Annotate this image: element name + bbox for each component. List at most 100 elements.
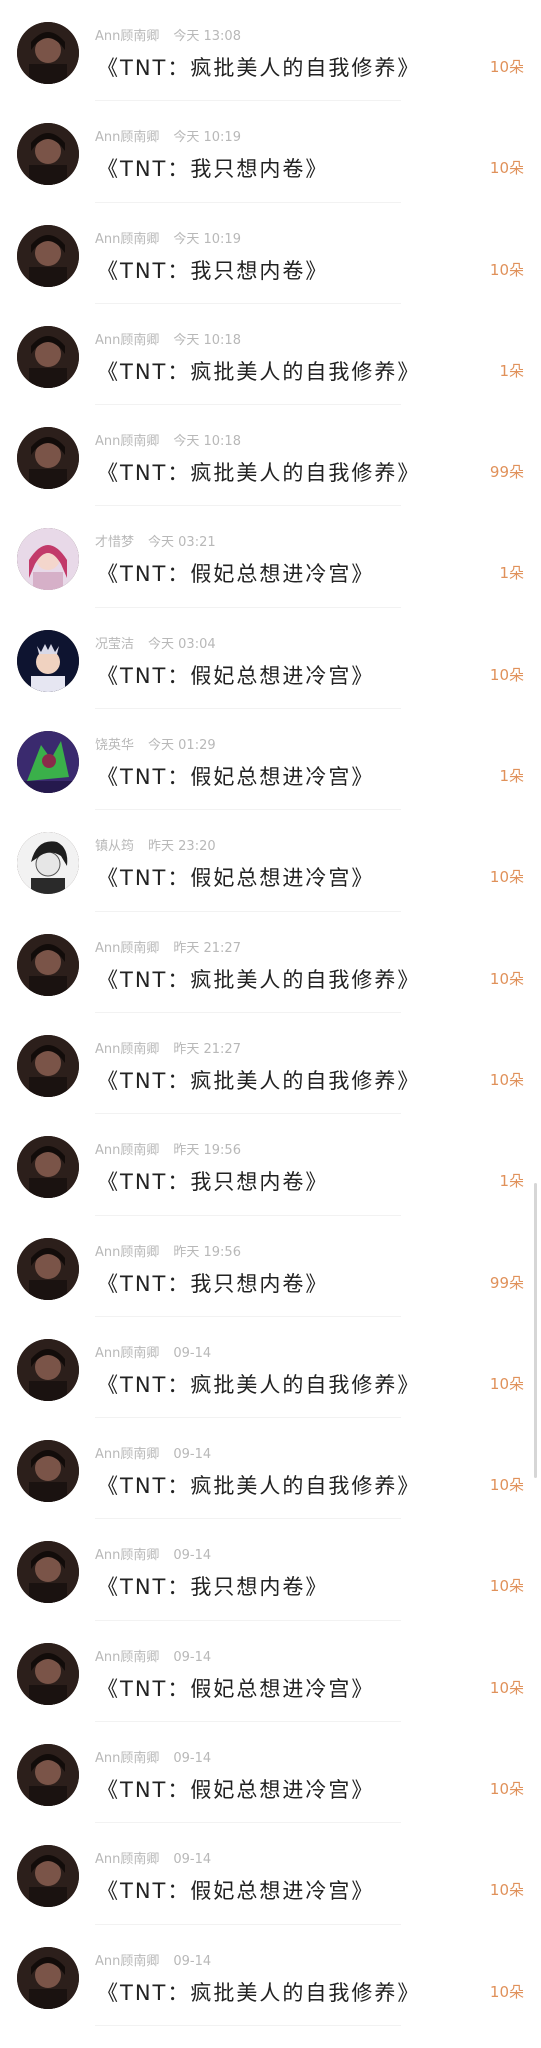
meta-line: Ann顾南卿 昨天 21:27 — [95, 1038, 241, 1057]
list-item[interactable]: Ann顾南卿 09-14 《TNT：假妃总想进冷宫》 10朵 — [0, 1823, 541, 1925]
username[interactable]: Ann顾南卿 — [95, 1954, 159, 1969]
book-title[interactable]: 《TNT：假妃总想进冷宫》 — [97, 1875, 374, 1905]
book-title[interactable]: 《TNT：我只想内卷》 — [97, 255, 328, 285]
username[interactable]: 饶英华 — [95, 738, 134, 753]
book-title[interactable]: 《TNT：疯批美人的自我修养》 — [97, 1369, 420, 1399]
timestamp: 今天 10:18 — [173, 434, 241, 450]
list-item[interactable]: Ann顾南卿 09-14 《TNT：我只想内卷》 10朵 — [0, 1519, 541, 1621]
avatar-dark-portrait-icon[interactable] — [17, 1237, 79, 1300]
avatar-sketch-boy-icon[interactable] — [17, 832, 79, 895]
avatar-princess-icon[interactable] — [17, 629, 79, 692]
username[interactable]: 况莹洁 — [95, 637, 134, 652]
username[interactable]: 镇从筠 — [95, 839, 134, 854]
book-title[interactable]: 《TNT：疯批美人的自我修养》 — [97, 1977, 420, 2007]
scrollbar[interactable] — [534, 1183, 537, 1478]
avatar-dark-portrait-icon[interactable] — [17, 1642, 79, 1705]
username[interactable]: Ann顾南卿 — [95, 1548, 159, 1563]
username[interactable]: Ann顾南卿 — [95, 1447, 159, 1462]
avatar-green-character-icon[interactable] — [17, 731, 79, 794]
book-title[interactable]: 《TNT：假妃总想进冷宫》 — [97, 862, 374, 892]
meta-line: 饶英华 今天 01:29 — [95, 734, 216, 753]
username[interactable]: Ann顾南卿 — [95, 29, 159, 44]
username[interactable]: Ann顾南卿 — [95, 1751, 159, 1766]
username[interactable]: Ann顾南卿 — [95, 1245, 159, 1260]
list-item[interactable]: 况莹洁 今天 03:04 《TNT：假妃总想进冷宫》 10朵 — [0, 608, 541, 710]
list-item[interactable]: Ann顾南卿 昨天 19:56 《TNT：我只想内卷》 99朵 — [0, 1216, 541, 1317]
list-item[interactable]: Ann顾南卿 昨天 21:27 《TNT：疯批美人的自我修养》 10朵 — [0, 912, 541, 1013]
avatar-dark-portrait-icon[interactable] — [17, 1338, 79, 1401]
timestamp: 今天 03:04 — [148, 636, 216, 652]
divider — [95, 2024, 401, 2026]
list-item[interactable]: Ann顾南卿 09-14 《TNT：假妃总想进冷宫》 10朵 — [0, 1722, 541, 1824]
avatar-dark-portrait-icon[interactable] — [17, 123, 79, 186]
book-title[interactable]: 《TNT：疯批美人的自我修养》 — [97, 1065, 420, 1095]
avatar-dark-portrait-icon[interactable] — [17, 1541, 79, 1604]
username[interactable]: Ann顾南卿 — [95, 1143, 159, 1158]
list-item[interactable]: Ann顾南卿 09-14 《TNT：疯批美人的自我修养》 10朵 — [0, 1317, 541, 1419]
book-title[interactable]: 《TNT：我只想内卷》 — [97, 1166, 328, 1196]
flower-count: 10朵 — [489, 159, 524, 178]
avatar-dark-portrait-icon[interactable] — [17, 224, 79, 287]
meta-line: Ann顾南卿 昨天 19:56 — [95, 1139, 241, 1158]
timestamp: 09-14 — [173, 1953, 212, 1969]
username[interactable]: Ann顾南卿 — [95, 1650, 159, 1665]
avatar-dark-portrait-icon[interactable] — [17, 427, 79, 490]
list-item[interactable]: 才惜梦 今天 03:21 《TNT：假妃总想进冷宫》 1朵 — [0, 506, 541, 608]
avatar-dark-portrait-icon[interactable] — [17, 325, 79, 388]
list-item[interactable]: Ann顾南卿 今天 10:18 《TNT：疯批美人的自我修养》 1朵 — [0, 304, 541, 406]
timestamp: 今天 10:19 — [173, 231, 241, 247]
book-title[interactable]: 《TNT：疯批美人的自我修养》 — [97, 964, 420, 994]
list-item[interactable]: Ann顾南卿 09-14 《TNT：假妃总想进冷宫》 10朵 — [0, 1621, 541, 1723]
flower-count: 10朵 — [489, 1577, 524, 1596]
flower-count: 10朵 — [489, 1476, 524, 1495]
avatar-dark-portrait-icon[interactable] — [17, 1845, 79, 1908]
book-title[interactable]: 《TNT：假妃总想进冷宫》 — [97, 761, 374, 791]
list-item[interactable]: Ann顾南卿 今天 10:18 《TNT：疯批美人的自我修养》 99朵 — [0, 405, 541, 507]
book-title[interactable]: 《TNT：假妃总想进冷宫》 — [97, 1673, 374, 1703]
list-item[interactable]: 饶英华 今天 01:29 《TNT：假妃总想进冷宫》 1朵 — [0, 709, 541, 811]
flower-count: 10朵 — [489, 1070, 524, 1089]
book-title[interactable]: 《TNT：假妃总想进冷宫》 — [97, 1774, 374, 1804]
meta-line: Ann顾南卿 今天 13:08 — [95, 25, 241, 44]
username[interactable]: Ann顾南卿 — [95, 333, 159, 348]
username[interactable]: Ann顾南卿 — [95, 130, 159, 145]
book-title[interactable]: 《TNT：假妃总想进冷宫》 — [97, 558, 374, 588]
list-item[interactable]: Ann顾南卿 今天 10:19 《TNT：我只想内卷》 10朵 — [0, 203, 541, 304]
list-item[interactable]: Ann顾南卿 09-14 《TNT：疯批美人的自我修养》 10朵 — [0, 1925, 541, 2026]
list-item[interactable]: 镇从筠 昨天 23:20 《TNT：假妃总想进冷宫》 10朵 — [0, 810, 541, 912]
username[interactable]: Ann顾南卿 — [95, 1042, 159, 1057]
book-title[interactable]: 《TNT：我只想内卷》 — [97, 1268, 328, 1298]
avatar-dark-portrait-icon[interactable] — [17, 22, 79, 84]
avatar-anime-girl-icon[interactable] — [17, 528, 79, 591]
meta-line: 镇从筠 昨天 23:20 — [95, 835, 216, 854]
timestamp: 昨天 21:27 — [173, 1041, 241, 1057]
book-title[interactable]: 《TNT：疯批美人的自我修养》 — [97, 457, 420, 487]
book-title[interactable]: 《TNT：疯批美人的自我修养》 — [97, 1470, 420, 1500]
avatar-dark-portrait-icon[interactable] — [17, 1034, 79, 1097]
list-item[interactable]: Ann顾南卿 09-14 《TNT：疯批美人的自我修养》 10朵 — [0, 1418, 541, 1520]
list-item[interactable]: Ann顾南卿 今天 13:08 《TNT：疯批美人的自我修养》 10朵 — [0, 0, 541, 102]
avatar-dark-portrait-icon[interactable] — [17, 1946, 79, 2009]
avatar-dark-portrait-icon[interactable] — [17, 1744, 79, 1807]
flower-count: 1朵 — [499, 1172, 524, 1191]
meta-line: Ann顾南卿 09-14 — [95, 1443, 211, 1462]
username[interactable]: 才惜梦 — [95, 535, 134, 550]
avatar-dark-portrait-icon[interactable] — [17, 1440, 79, 1503]
list-item[interactable]: Ann顾南卿 今天 10:19 《TNT：我只想内卷》 10朵 — [0, 101, 541, 203]
book-title[interactable]: 《TNT：疯批美人的自我修养》 — [97, 52, 420, 82]
book-title[interactable]: 《TNT：我只想内卷》 — [97, 1571, 328, 1601]
username[interactable]: Ann顾南卿 — [95, 232, 159, 247]
username[interactable]: Ann顾南卿 — [95, 434, 159, 449]
list-item[interactable]: Ann顾南卿 昨天 19:56 《TNT：我只想内卷》 1朵 — [0, 1114, 541, 1216]
book-title[interactable]: 《TNT：假妃总想进冷宫》 — [97, 660, 374, 690]
book-title[interactable]: 《TNT：疯批美人的自我修养》 — [97, 356, 420, 386]
timestamp: 09-14 — [173, 1548, 212, 1564]
list-item[interactable]: Ann顾南卿 昨天 21:27 《TNT：疯批美人的自我修养》 10朵 — [0, 1013, 541, 1115]
timestamp: 今天 10:19 — [173, 130, 241, 146]
username[interactable]: Ann顾南卿 — [95, 1852, 159, 1867]
username[interactable]: Ann顾南卿 — [95, 1346, 159, 1361]
avatar-dark-portrait-icon[interactable] — [17, 933, 79, 996]
avatar-dark-portrait-icon[interactable] — [17, 1136, 79, 1199]
username[interactable]: Ann顾南卿 — [95, 941, 159, 956]
book-title[interactable]: 《TNT：我只想内卷》 — [97, 153, 328, 183]
